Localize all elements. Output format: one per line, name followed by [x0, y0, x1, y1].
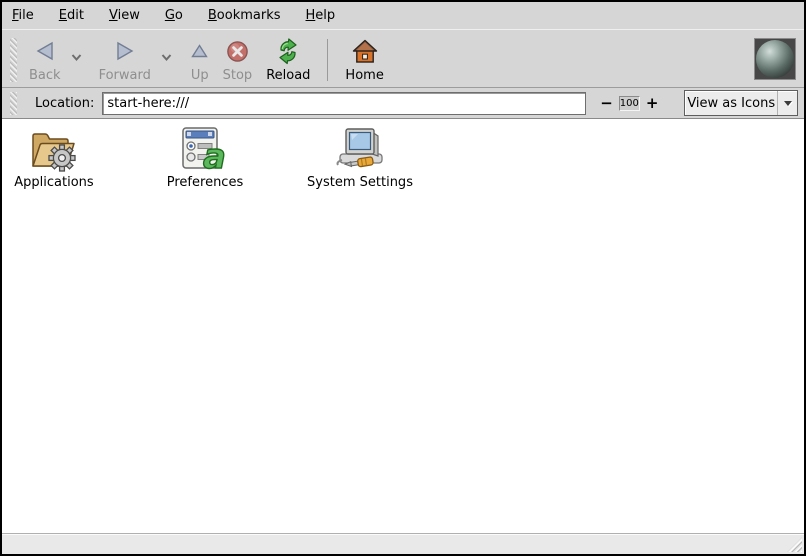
up-button[interactable]: Up — [184, 35, 216, 84]
forward-button[interactable]: Forward — [92, 35, 158, 84]
menu-file[interactable]: File — [8, 4, 45, 27]
zoom-in-button[interactable]: + — [642, 94, 663, 112]
stop-button[interactable]: Stop — [216, 35, 260, 84]
back-arrow-icon — [35, 36, 55, 66]
location-input[interactable] — [102, 92, 586, 115]
menu-bookmarks[interactable]: Bookmarks — [204, 4, 292, 27]
location-label: Location: — [35, 96, 94, 111]
menubar: File Edit View Go Bookmarks Help — [2, 2, 804, 30]
menu-view[interactable]: View — [105, 4, 151, 27]
toolbar: Back Forward Up — [2, 30, 804, 88]
menu-edit[interactable]: Edit — [55, 4, 95, 27]
back-history-dropdown[interactable] — [68, 35, 86, 81]
icon-view-content: Applications a Preferences — [2, 119, 804, 533]
resize-grip[interactable] — [787, 537, 802, 552]
menu-help[interactable]: Help — [302, 4, 347, 27]
toolbar-separator — [327, 39, 328, 81]
view-as-selector[interactable]: View as Icons — [684, 90, 798, 116]
home-icon — [352, 36, 378, 66]
location-bar: Location: − 100 + View as Icons — [2, 88, 804, 119]
forward-history-dropdown[interactable] — [158, 35, 176, 81]
file-manager-window: File Edit View Go Bookmarks Help Back Fo… — [0, 0, 806, 556]
icon-label: Applications — [14, 175, 93, 190]
throbber-sphere-icon[interactable] — [754, 38, 796, 80]
icon-label: Preferences — [167, 175, 243, 190]
stop-icon — [226, 36, 249, 66]
icon-preferences[interactable]: a Preferences — [160, 126, 250, 190]
view-selector-arrow — [777, 91, 797, 115]
forward-arrow-icon — [115, 36, 135, 66]
applications-folder-gear-icon — [29, 126, 79, 172]
svg-text:a: a — [203, 137, 226, 172]
preferences-capplet-icon: a — [181, 126, 229, 172]
home-button[interactable]: Home — [338, 35, 390, 84]
icon-label: System Settings — [307, 175, 413, 190]
reload-button[interactable]: Reload — [259, 35, 317, 84]
icon-system-settings[interactable]: System Settings — [305, 126, 415, 190]
zoom-out-button[interactable]: − — [596, 94, 617, 112]
back-button[interactable]: Back — [22, 35, 68, 84]
icon-applications[interactable]: Applications — [10, 126, 98, 190]
system-settings-computer-icon — [332, 126, 388, 172]
up-arrow-icon — [191, 36, 208, 66]
chevron-down-icon — [784, 101, 792, 106]
status-bar — [2, 533, 804, 554]
zoom-level-indicator: 100 — [619, 96, 640, 111]
reload-icon — [274, 36, 302, 66]
menu-go[interactable]: Go — [161, 4, 194, 27]
locationbar-drag-handle[interactable] — [10, 92, 17, 115]
toolbar-drag-handle[interactable] — [10, 38, 17, 82]
